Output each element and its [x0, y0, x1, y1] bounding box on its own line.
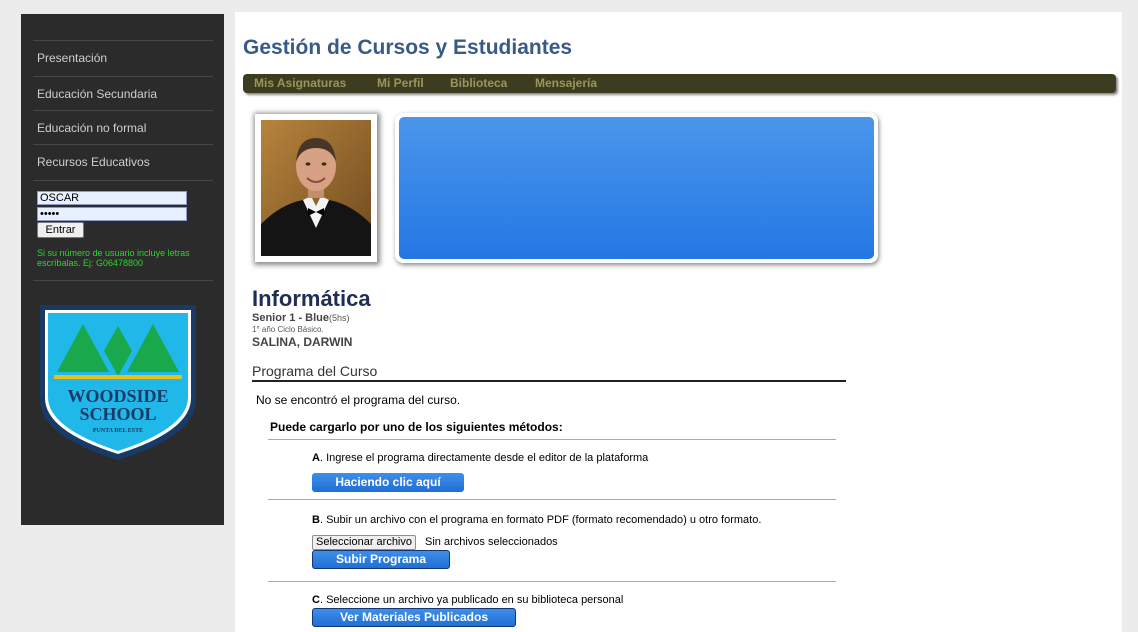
method-divider: [268, 581, 836, 582]
course-title: Informática: [252, 286, 371, 311]
method-a-text: A. Ingrese el programa directamente desd…: [312, 452, 648, 464]
method-b-letter: B: [312, 514, 320, 526]
sidebar-item-educacion-no-formal[interactable]: Educación no formal: [37, 121, 146, 135]
method-c-text: C. Seleccione un archivo ya publicado en…: [312, 594, 623, 606]
sidebar-divider: [33, 180, 213, 181]
sidebar-item-educacion-secundaria[interactable]: Educación Secundaria: [37, 87, 157, 101]
profile-photo: [261, 120, 371, 256]
method-c-letter: C: [312, 594, 320, 606]
logo-text-woodside: WOODSIDE: [67, 386, 168, 406]
course-group-name: Senior 1 - Blue: [252, 312, 330, 324]
page-title: Gestión de Cursos y Estudiantes: [243, 36, 573, 59]
logo-text-school: SCHOOL: [79, 404, 156, 424]
sidebar: Presentación Educación Secundaria Educac…: [21, 14, 224, 525]
method-b-text: B. Subir un archivo con el programa en f…: [312, 514, 761, 526]
upload-program-button[interactable]: Subir Programa: [312, 550, 450, 569]
program-heading-rule: [252, 380, 846, 382]
login-hint: Si su número de usuario incluye letras e…: [37, 248, 190, 268]
school-logo: WOODSIDE SCHOOL PUNTA DEL ESTE: [40, 305, 196, 460]
sidebar-divider: [33, 280, 213, 281]
banner-fill: [399, 117, 874, 259]
method-divider: [268, 499, 836, 500]
course-teacher: SALINA, DARWIN: [252, 335, 353, 349]
course-year: 1° año Ciclo Básico.: [252, 325, 324, 334]
password-input[interactable]: •••••: [37, 207, 187, 221]
course-banner: [395, 113, 878, 263]
view-published-materials-button[interactable]: Ver Materiales Publicados: [312, 608, 516, 627]
program-heading: Programa del Curso: [252, 363, 378, 379]
username-input[interactable]: OSCAR: [37, 191, 187, 205]
method-b-description: . Subir un archivo con el programa en fo…: [319, 514, 762, 526]
sidebar-divider: [33, 110, 213, 111]
sidebar-divider: [33, 76, 213, 77]
sidebar-divider: [33, 40, 213, 41]
top-nav: Mis Asignaturas Mi Perfil Biblioteca Men…: [243, 74, 1116, 93]
file-status: Sin archivos seleccionados: [425, 536, 558, 548]
main-content: Gestión de Cursos y Estudiantes Mis Asig…: [235, 12, 1122, 632]
method-c-description: . Seleccione un archivo ya publicado en …: [319, 594, 624, 606]
nav-mis-asignaturas[interactable]: Mis Asignaturas: [254, 76, 346, 90]
logo-stripe: [54, 375, 182, 379]
program-not-found-message: No se encontró el programa del curso.: [256, 393, 461, 407]
login-button[interactable]: Entrar: [37, 222, 84, 238]
nav-biblioteca[interactable]: Biblioteca: [450, 76, 507, 90]
course-group: Senior 1 - Blue(5hs): [252, 312, 350, 324]
method-divider: [268, 439, 836, 440]
logo-text-location: PUNTA DEL ESTE: [93, 428, 143, 434]
sidebar-item-recursos-educativos[interactable]: Recursos Educativos: [37, 155, 150, 169]
sidebar-item-presentacion[interactable]: Presentación: [37, 51, 107, 65]
nav-mi-perfil[interactable]: Mi Perfil: [377, 76, 424, 90]
course-hours: (5hs): [329, 313, 350, 323]
method-a-letter: A: [312, 452, 320, 464]
select-file-button[interactable]: Seleccionar archivo: [312, 535, 416, 550]
method-a-description: . Ingrese el programa directamente desde…: [319, 452, 649, 464]
nav-mensajeria[interactable]: Mensajería: [535, 76, 597, 90]
edit-program-button[interactable]: Haciendo clic aquí: [312, 473, 464, 492]
profile-photo-frame: [255, 114, 377, 262]
methods-heading: Puede cargarlo por uno de los siguientes…: [270, 420, 563, 434]
sidebar-divider: [33, 144, 213, 145]
